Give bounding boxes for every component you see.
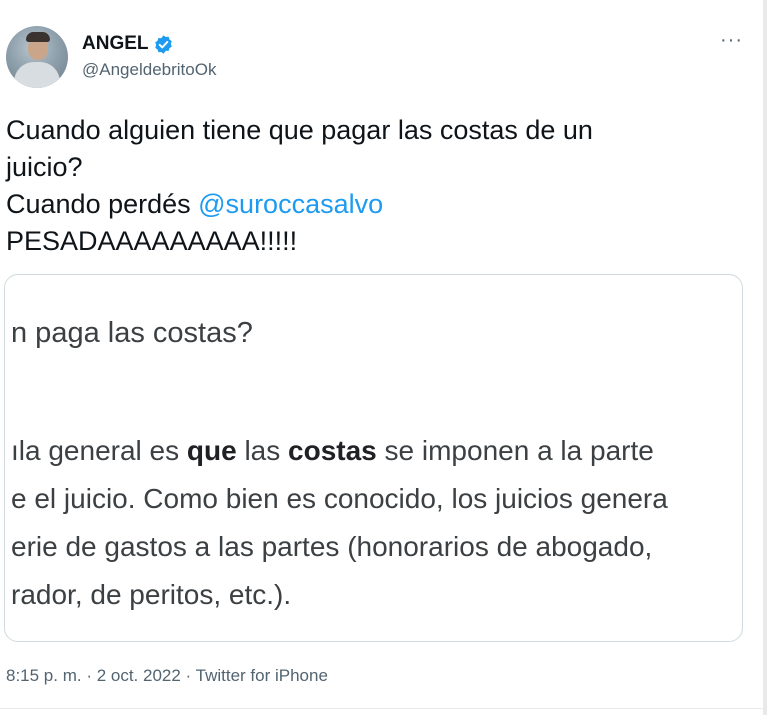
image-paragraph-line-2: e el juicio. Como bien es conocido, los … — [11, 483, 668, 514]
para-text: las — [236, 435, 289, 466]
image-paragraph: ıla general es que las costas se imponen… — [11, 427, 668, 619]
para-bold-que: que — [186, 435, 237, 466]
display-name[interactable]: ANGEL — [82, 32, 149, 56]
tweet-text-line-3-prefix: Cuando perdés — [6, 189, 199, 219]
author-handle[interactable]: @AngeldebritoOk — [82, 58, 216, 82]
meta-separator: · — [180, 666, 196, 685]
avatar-shirt — [14, 62, 60, 88]
divider — [0, 708, 767, 709]
para-text: se imponen a la parte — [376, 435, 654, 466]
more-options-icon[interactable]: ··· — [720, 30, 743, 50]
timestamp-link[interactable]: 8:15 p. m. · 2 oct. 2022 — [6, 666, 181, 685]
avatar[interactable] — [6, 26, 68, 88]
para-bold-costas: costas — [288, 435, 377, 466]
tweet-text-line-3: Cuando perdés @suroccasalvo — [6, 186, 726, 223]
image-paragraph-line-3: erie de gastos a las partes (honorarios … — [11, 531, 653, 562]
column-divider — [763, 0, 767, 715]
tweet-meta: 8:15 p. m. · 2 oct. 2022 · Twitter for i… — [6, 666, 328, 686]
author-names: ANGEL @AngeldebritoOk — [82, 32, 216, 82]
attached-image[interactable]: n paga las costas? ıla general es que la… — [4, 274, 743, 642]
mention-link[interactable]: @suroccasalvo — [198, 189, 383, 219]
avatar-hair — [26, 32, 50, 42]
tweet-text: Cuando alguien tiene que pagar las costa… — [6, 112, 726, 260]
verified-badge-icon — [154, 34, 172, 54]
display-name-row[interactable]: ANGEL — [82, 32, 216, 56]
para-text: ıla general es — [11, 435, 187, 466]
tweet-text-line-1: Cuando alguien tiene que pagar las costa… — [6, 115, 593, 145]
tweet-text-line-2: juicio? — [6, 152, 83, 182]
image-paragraph-line-4: rador, de peritos, etc.). — [11, 579, 292, 610]
image-paragraph-line-1: ıla general es que las costas se imponen… — [11, 427, 668, 475]
source-label[interactable]: Twitter for iPhone — [196, 666, 328, 685]
tweet-text-line-4: PESADAAAAAAAAA!!!!! — [6, 226, 298, 256]
tweet-card: ANGEL @AngeldebritoOk ··· Cuando alguien… — [0, 0, 767, 715]
image-question-text: n paga las costas? — [11, 317, 253, 349]
tweet-header: ANGEL @AngeldebritoOk — [6, 26, 216, 88]
